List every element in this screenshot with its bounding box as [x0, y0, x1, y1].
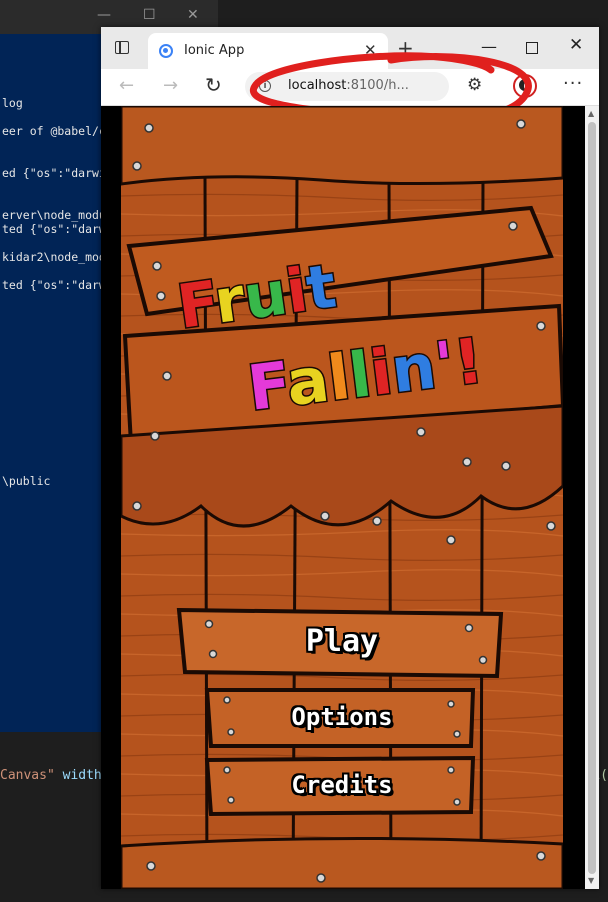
- editor-code-line: Canvas" width: [0, 768, 102, 783]
- page-viewport: Fruit Fallin'! Play Options Credits ▲ ▼: [101, 106, 599, 889]
- editor-attr-token: width: [54, 768, 102, 783]
- options-button[interactable]: Options: [121, 703, 563, 731]
- bg-minimize-icon[interactable]: —: [97, 7, 111, 23]
- tab-actions-icon[interactable]: [115, 41, 129, 54]
- terminal-line: ted {"os":"darw: [2, 278, 102, 292]
- vertical-scrollbar[interactable]: ▲ ▼: [585, 106, 599, 889]
- forward-button[interactable]: →: [163, 75, 178, 96]
- game-canvas[interactable]: Fruit Fallin'! Play Options Credits: [121, 106, 563, 889]
- terminal-line: ted {"os":"darw: [2, 222, 102, 236]
- scroll-up-icon[interactable]: ▲: [588, 109, 594, 118]
- terminal-line: \public: [2, 474, 51, 488]
- terminal-line: eer of @babel/c: [2, 124, 102, 138]
- play-button[interactable]: Play: [121, 624, 563, 659]
- background-terminal: log eer of @babel/c ed {"os":"darwi erver\n…: [0, 34, 102, 732]
- window-close-button[interactable]: ✕: [569, 35, 583, 55]
- scroll-down-icon[interactable]: ▼: [588, 876, 594, 885]
- editor-string-token: Canvas": [0, 768, 55, 783]
- back-button[interactable]: ←: [119, 75, 134, 96]
- more-menu-button[interactable]: ···: [563, 73, 583, 94]
- bg-maximize-icon[interactable]: ☐: [143, 7, 156, 23]
- scroll-thumb[interactable]: [588, 122, 596, 874]
- browser-window: Ionic App ✕ + — ✕ ← → ↻ i localhost:8100…: [101, 27, 599, 889]
- terminal-line: ed {"os":"darwi: [2, 166, 102, 180]
- reload-button[interactable]: ↻: [205, 73, 222, 97]
- ionic-favicon-icon: [159, 44, 173, 58]
- terminal-line: kidar2\node_mod: [2, 250, 102, 264]
- bg-close-icon[interactable]: ✕: [187, 7, 199, 23]
- terminal-line: log: [2, 96, 23, 110]
- terminal-line: erver\node_modu: [2, 208, 102, 222]
- tab-title: Ionic App: [184, 43, 245, 58]
- credits-button[interactable]: Credits: [121, 771, 563, 799]
